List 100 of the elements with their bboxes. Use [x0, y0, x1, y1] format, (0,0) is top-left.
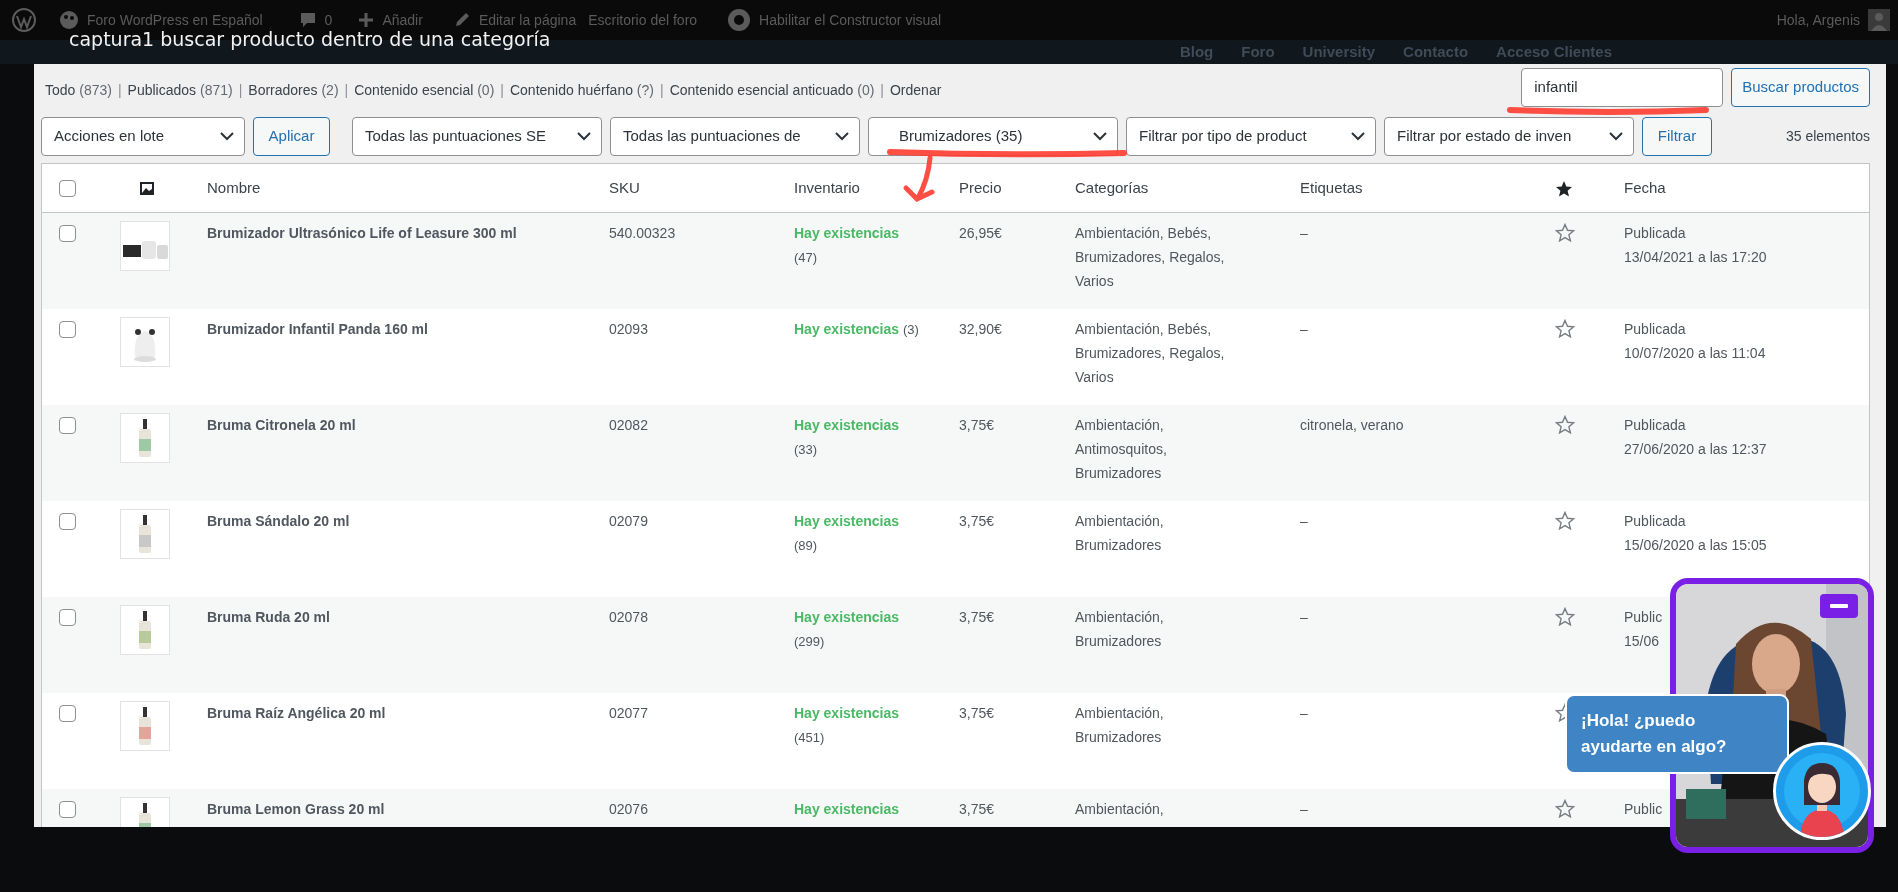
apply-button[interactable]: Aplicar: [253, 117, 330, 156]
row-checkbox[interactable]: [59, 513, 76, 530]
table-cell: –: [1300, 609, 1308, 625]
star-toggle-icon[interactable]: [1555, 511, 1575, 530]
column-header[interactable]: Fecha: [1624, 178, 1666, 196]
star-toggle-icon[interactable]: [1555, 319, 1575, 338]
builder-logo-icon: [727, 8, 752, 32]
table-cell: –: [1300, 513, 1308, 529]
row-checkbox[interactable]: [59, 705, 76, 722]
separator: |: [500, 82, 504, 98]
product-name-link[interactable]: Bruma Sándalo 20 ml: [207, 513, 350, 529]
table-cell: 3,75€: [959, 801, 995, 817]
table-cell: 3,75€: [959, 417, 995, 433]
site-icon: [59, 10, 79, 30]
publish-date: 10/07/2020 a las 11:04: [1624, 344, 1766, 363]
category-list: Ambientación, Bebés, Brumizadores, Regalos, Varios: [1075, 317, 1245, 389]
minimize-button[interactable]: [1820, 594, 1858, 618]
filter-dropdown[interactable]: Todas las puntuaciones SE: [352, 117, 602, 156]
bulk-actions-dropdown[interactable]: Acciones en lote: [41, 117, 245, 156]
chat-greeting-tooltip[interactable]: ¡Hola! ¿puedo ayudarte en algo?: [1565, 694, 1789, 774]
row-checkbox[interactable]: [59, 417, 76, 434]
lightbox-caption: captura1 buscar producto dentro de una categoría: [69, 28, 551, 51]
star-toggle-icon[interactable]: [1555, 607, 1575, 626]
chevron-down-icon: [1609, 132, 1623, 141]
product-name-link[interactable]: Brumizador Infantil Panda 160 ml: [207, 321, 428, 337]
table-cell: 02078: [609, 609, 648, 625]
category-list: Ambientación,: [1075, 797, 1245, 821]
product-name-link[interactable]: Bruma Lemon Grass 20 ml: [207, 801, 385, 817]
image-icon: [140, 181, 154, 195]
chevron-down-icon: [577, 132, 591, 141]
row-checkbox[interactable]: [59, 801, 76, 818]
status-filter-link[interactable]: Todo (873): [45, 82, 112, 98]
status-filter-link[interactable]: Contenido esencial (0): [354, 82, 495, 98]
publish-status: Publicada: [1624, 416, 1686, 435]
column-header[interactable]: SKU: [609, 178, 640, 196]
search-button[interactable]: Buscar productos: [1731, 68, 1870, 107]
category-list: Ambientación, Brumizadores: [1075, 605, 1245, 653]
status-filter-link[interactable]: Contenido huérfano (?): [509, 82, 654, 98]
publish-date: 13/04/2021 a las 17:20: [1624, 248, 1767, 267]
status-filter-link[interactable]: Ordenar: [890, 82, 942, 98]
item-count: 35 elementos: [1785, 127, 1870, 146]
star-toggle-icon[interactable]: [1555, 223, 1575, 242]
table-cell: 540.00323: [609, 225, 676, 241]
chevron-down-icon: [220, 132, 234, 141]
select-all-checkbox[interactable]: [59, 179, 76, 197]
status-filter-link[interactable]: Borradores (2): [248, 82, 339, 98]
separator: |: [660, 82, 664, 98]
product-name-link[interactable]: Brumizador Ultrasónico Life of Leasure 300 ml: [207, 225, 517, 241]
table-cell: 02079: [609, 513, 648, 529]
category-list: Ambientación, Brumizadores: [1075, 701, 1245, 749]
publish-date: 15/06: [1624, 632, 1660, 651]
star-toggle-icon[interactable]: [1555, 415, 1575, 434]
row-checkbox[interactable]: [59, 225, 76, 242]
publish-status: Publicada: [1624, 512, 1686, 531]
filter-dropdown[interactable]: Filtrar por tipo de product: [1126, 117, 1376, 156]
filter-dropdown[interactable]: Filtrar por estado de inven: [1384, 117, 1634, 156]
publish-date: 15/06/2020 a las 15:05: [1624, 536, 1767, 555]
stock-status: Hay existencias (3): [794, 320, 920, 339]
publish-date: 27/06/2020 a las 12:37: [1624, 440, 1767, 459]
table-cell: 3,75€: [959, 705, 995, 721]
separator: |: [238, 82, 243, 98]
table-cell: 3,75€: [959, 513, 995, 529]
row-checkbox[interactable]: [59, 609, 76, 626]
category-list: Ambientación, Bebés, Brumizadores, Regalos, Varios: [1075, 221, 1245, 293]
filter-button[interactable]: Filtrar: [1642, 117, 1712, 156]
column-header[interactable]: Etiquetas: [1300, 178, 1363, 196]
category-list: Ambientación, Antimosquitos, Brumizadores: [1075, 413, 1245, 485]
publish-status: Public: [1624, 608, 1663, 627]
column-header[interactable]: Inventario: [794, 178, 860, 196]
table-cell: 32,90€: [959, 321, 1002, 337]
separator: |: [880, 82, 884, 98]
column-header[interactable]: Precio: [959, 178, 1002, 196]
status-filter-link[interactable]: Contenido esencial anticuado (0): [669, 82, 875, 98]
separator: |: [344, 82, 349, 98]
table-cell: 3,75€: [959, 609, 995, 625]
separator: |: [117, 82, 122, 98]
chevron-down-icon: [835, 132, 849, 141]
user-avatar-icon: [1868, 9, 1890, 31]
table-cell: 02077: [609, 705, 648, 721]
stock-status: Hay existencias: [794, 800, 901, 819]
product-name-link[interactable]: Bruma Raíz Angélica 20 ml: [207, 705, 386, 721]
category-list: Ambientación, Brumizadores: [1075, 509, 1245, 557]
row-checkbox[interactable]: [59, 321, 76, 338]
column-header[interactable]: Nombre: [207, 178, 261, 196]
filter-dropdown[interactable]: Todas las puntuaciones de: [610, 117, 860, 156]
star-toggle-icon[interactable]: [1555, 799, 1575, 818]
status-filter-link[interactable]: Publicados (871): [127, 82, 233, 98]
column-header[interactable]: Categorías: [1075, 178, 1149, 196]
plus-icon: [358, 12, 375, 28]
chevron-down-icon: [1093, 132, 1107, 141]
product-name-link[interactable]: Bruma Citronela 20 ml: [207, 417, 356, 433]
star-icon: [1555, 179, 1573, 197]
search-field[interactable]: infantil: [1521, 68, 1724, 107]
publish-status: Publicada: [1624, 320, 1686, 339]
table-cell: –: [1300, 801, 1308, 817]
table-cell: 02076: [609, 801, 648, 817]
table-cell: –: [1300, 321, 1308, 337]
table-cell: citronela, verano: [1300, 417, 1404, 433]
minimize-icon: [1830, 604, 1848, 608]
product-name-link[interactable]: Bruma Ruda 20 ml: [207, 609, 330, 625]
